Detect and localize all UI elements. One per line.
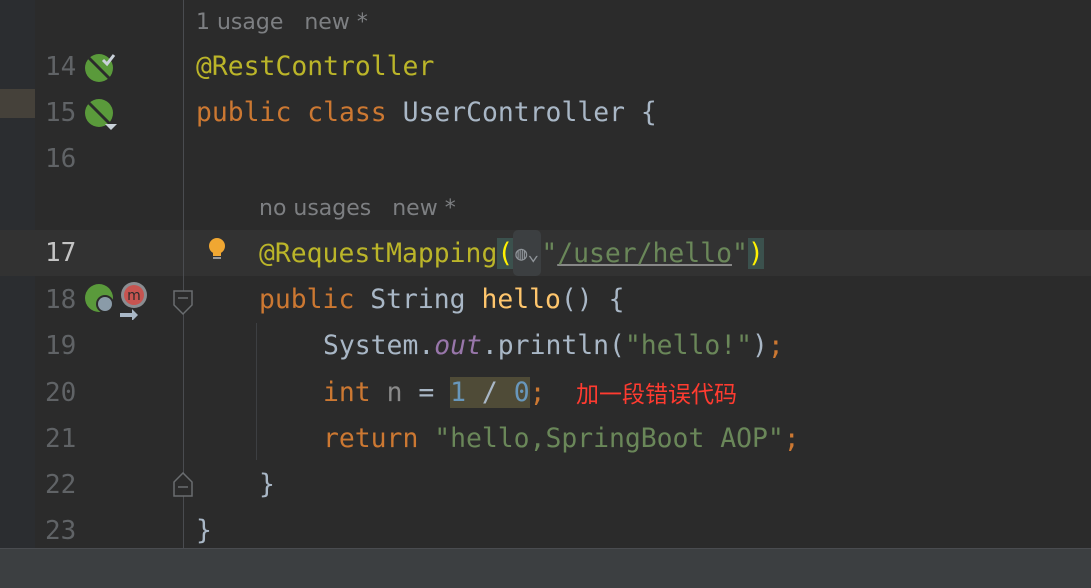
quote: " — [541, 238, 558, 269]
semicolon: ; — [783, 423, 800, 454]
string: "hello!" — [624, 330, 753, 361]
number: 1 — [450, 377, 467, 408]
paren: ) — [747, 238, 764, 269]
punct: ) — [752, 330, 768, 361]
lightbulb-icon[interactable] — [206, 237, 228, 263]
usage-hint[interactable]: no usages new * — [259, 189, 456, 229]
url-link[interactable]: /user/hello — [557, 238, 732, 269]
keyword: return — [323, 423, 435, 454]
operator: / — [466, 377, 514, 408]
usage-hint[interactable]: 1 usage new * — [196, 3, 368, 43]
keyword: int — [323, 377, 387, 408]
line-number: 19 — [45, 331, 77, 361]
line-number: 16 — [45, 144, 77, 174]
annotation: @RequestMapping — [259, 238, 498, 269]
spring-bean-navigate-icon[interactable] — [85, 98, 119, 132]
spring-bean-icon[interactable] — [85, 52, 117, 84]
method-name: hello — [481, 284, 561, 315]
semicolon: ; — [767, 330, 784, 361]
ident: System. — [323, 330, 435, 361]
punct: () { — [560, 284, 625, 315]
line-number: 14 — [45, 52, 77, 82]
code-line-17: @RequestMapping(◍⌄"/user/hello") — [259, 230, 764, 277]
code-line-18: public String hello() { — [259, 277, 624, 323]
error-code-note: 加一段错误代码 — [576, 382, 737, 408]
keyword: public class — [196, 97, 403, 128]
type: String — [370, 284, 482, 315]
line-number: 22 — [45, 470, 77, 500]
quote: " — [731, 238, 748, 269]
variable: n — [386, 377, 403, 408]
paren: ( — [497, 238, 514, 269]
code-line-19: System.out.println("hello!"); — [323, 323, 784, 369]
annotation: @RestController — [196, 51, 435, 82]
gutter-divider — [183, 0, 184, 548]
indent-guide — [256, 323, 257, 460]
svg-text:m: m — [127, 288, 141, 304]
punct: = — [402, 377, 451, 408]
line-number: 18 — [45, 285, 77, 315]
line-number: 17 — [45, 238, 77, 268]
warning-expression: 1 / 0 — [450, 377, 530, 408]
string: "hello,SpringBoot AOP" — [434, 423, 784, 454]
field: out — [434, 330, 482, 361]
line-number: 20 — [45, 378, 77, 408]
request-mapping-icon[interactable]: m — [118, 280, 152, 320]
code-line-20: int n = 1 / 0; — [323, 370, 545, 416]
spring-web-endpoint-icon[interactable] — [85, 284, 117, 316]
change-marker — [0, 89, 35, 118]
fold-end-icon[interactable] — [172, 472, 194, 498]
semicolon: ; — [529, 377, 546, 408]
url-globe-chip[interactable]: ◍⌄ — [513, 230, 542, 276]
line-number: 21 — [45, 424, 77, 454]
number: 0 — [513, 377, 530, 408]
code-line-14: @RestController — [196, 44, 434, 90]
line-number: 15 — [45, 98, 77, 128]
code-line-15: public class UserController { — [196, 90, 657, 136]
code-line-21: return "hello,SpringBoot AOP"; — [323, 416, 800, 462]
class-name: UserController { — [402, 97, 657, 128]
keyword: public — [259, 284, 371, 315]
bottom-panel — [0, 548, 1091, 588]
ident: .println( — [481, 330, 625, 361]
code-line-22: } — [259, 469, 275, 500]
fold-method-icon[interactable] — [172, 289, 194, 317]
